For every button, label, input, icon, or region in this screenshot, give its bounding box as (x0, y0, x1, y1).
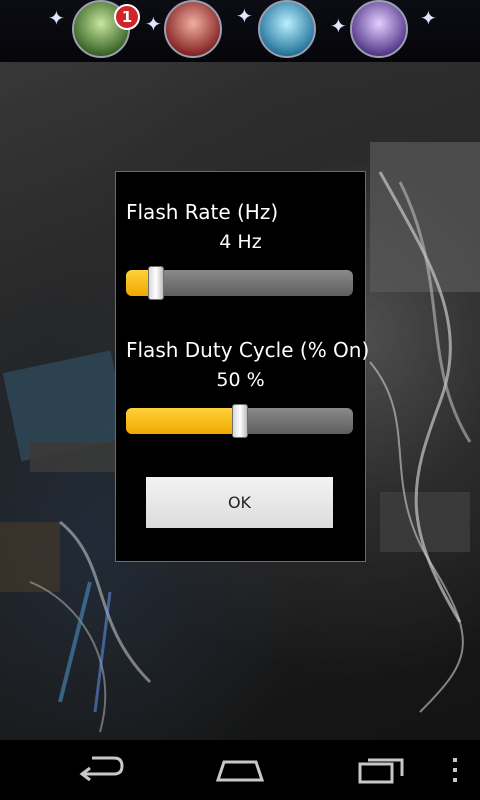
overflow-menu-button[interactable] (440, 752, 470, 788)
back-button[interactable] (70, 752, 130, 788)
home-icon (215, 760, 265, 782)
duty-cycle-slider-thumb[interactable] (231, 404, 248, 438)
home-button[interactable] (210, 752, 270, 788)
recent-apps-button[interactable] (350, 752, 410, 788)
character-strip: ✦ ✦ ✦ ✦ ✦ 1 (0, 0, 480, 62)
recent-apps-icon (358, 758, 404, 784)
duty-cycle-slider[interactable] (126, 404, 353, 438)
notification-badge: 1 (114, 4, 140, 30)
ok-button[interactable]: OK (146, 477, 333, 528)
sparkle-icon: ✦ (48, 6, 65, 30)
back-icon (79, 756, 124, 782)
sparkle-icon: ✦ (145, 12, 162, 36)
navigation-bar (0, 740, 480, 800)
duty-cycle-value: 50 % (216, 369, 265, 391)
duty-cycle-slider-fill (126, 408, 240, 434)
flash-settings-dialog: Flash Rate (Hz) 4 Hz Flash Duty Cycle (%… (115, 171, 370, 562)
character-avatar-2[interactable] (164, 0, 222, 58)
flash-rate-slider[interactable] (126, 266, 353, 300)
character-avatar-4[interactable] (350, 0, 408, 58)
flash-rate-slider-thumb[interactable] (147, 266, 164, 300)
overflow-menu-icon (453, 758, 457, 782)
duty-cycle-label: Flash Duty Cycle (% On) (126, 338, 370, 362)
sparkle-icon: ✦ (330, 14, 347, 38)
sparkle-icon: ✦ (420, 6, 437, 30)
sparkle-icon: ✦ (236, 4, 253, 28)
flash-rate-value: 4 Hz (219, 231, 262, 253)
flash-rate-label: Flash Rate (Hz) (126, 200, 279, 224)
character-avatar-3[interactable] (258, 0, 316, 58)
